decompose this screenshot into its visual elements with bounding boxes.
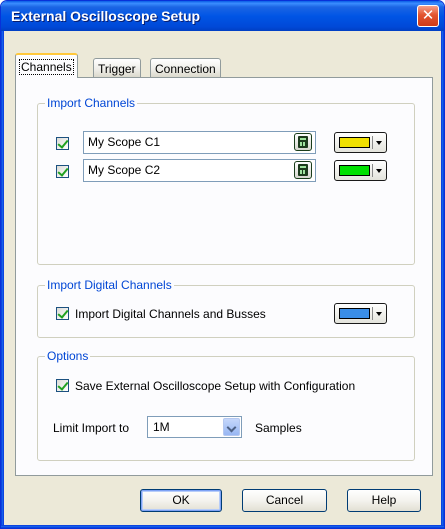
channels-tab-panel: Import Channels My Scope C1 My Scope C2	[15, 77, 433, 476]
tab-channels-label: Channels	[19, 59, 74, 75]
tab-connection[interactable]: Connection	[150, 58, 221, 78]
chevron-down-icon	[372, 307, 383, 320]
chevron-down-icon[interactable]	[223, 418, 240, 436]
import-digital-group: Import Digital Channels Import Digital C…	[37, 278, 415, 338]
channel-2-calc-button[interactable]	[294, 161, 312, 179]
limit-import-select[interactable]: 1M	[147, 416, 242, 438]
close-icon: ✕	[421, 7, 435, 24]
chevron-down-icon	[372, 136, 383, 149]
calculator-icon	[298, 164, 308, 176]
calculator-icon	[298, 136, 308, 148]
options-legend: Options	[45, 349, 91, 363]
samples-label: Samples	[255, 421, 302, 435]
channel-2-color-swatch	[339, 165, 370, 176]
import-digital-label[interactable]: Import Digital Channels and Busses	[75, 307, 266, 321]
digital-color-swatch	[339, 308, 370, 319]
channel-2-color-button[interactable]	[334, 160, 387, 181]
cancel-button[interactable]: Cancel	[242, 489, 327, 512]
options-group: Options Save External Oscilloscope Setup…	[37, 349, 415, 461]
channel-1-calc-button[interactable]	[294, 133, 312, 151]
save-setup-checkbox[interactable]	[56, 379, 69, 392]
close-button[interactable]: ✕	[417, 5, 439, 27]
import-channels-group: Import Channels My Scope C1 My Scope C2	[37, 96, 415, 265]
channel-1-color-button[interactable]	[334, 132, 387, 153]
limit-import-label: Limit Import to	[53, 421, 130, 435]
window-title: External Oscilloscope Setup	[11, 8, 201, 24]
window-frame-right	[441, 31, 444, 528]
dialog-window: External Oscilloscope Setup ✕ Channels T…	[0, 0, 445, 529]
import-digital-legend: Import Digital Channels	[45, 278, 174, 292]
tab-trigger-label: Trigger	[98, 62, 136, 76]
channel-1-name-input[interactable]: My Scope C1	[83, 131, 316, 154]
import-digital-checkbox[interactable]	[56, 307, 69, 320]
channel-2-name-input[interactable]: My Scope C2	[83, 159, 316, 182]
save-setup-label[interactable]: Save External Oscilloscope Setup with Co…	[75, 379, 355, 393]
channel-1-checkbox[interactable]	[56, 137, 69, 150]
window-frame-bottom	[1, 525, 444, 528]
tab-trigger[interactable]: Trigger	[93, 58, 141, 78]
import-channels-legend: Import Channels	[45, 96, 138, 110]
chevron-down-icon	[372, 164, 383, 177]
tab-channels[interactable]: Channels	[15, 53, 78, 78]
tab-connection-label: Connection	[155, 62, 216, 76]
digital-color-button[interactable]	[334, 303, 387, 324]
limit-import-value: 1M	[153, 420, 170, 434]
help-button[interactable]: Help	[347, 489, 421, 512]
channel-2-checkbox[interactable]	[56, 165, 69, 178]
window-frame-left	[1, 31, 4, 528]
channel-1-color-swatch	[339, 137, 370, 148]
title-bar[interactable]: External Oscilloscope Setup ✕	[1, 1, 444, 31]
ok-button[interactable]: OK	[140, 489, 222, 512]
